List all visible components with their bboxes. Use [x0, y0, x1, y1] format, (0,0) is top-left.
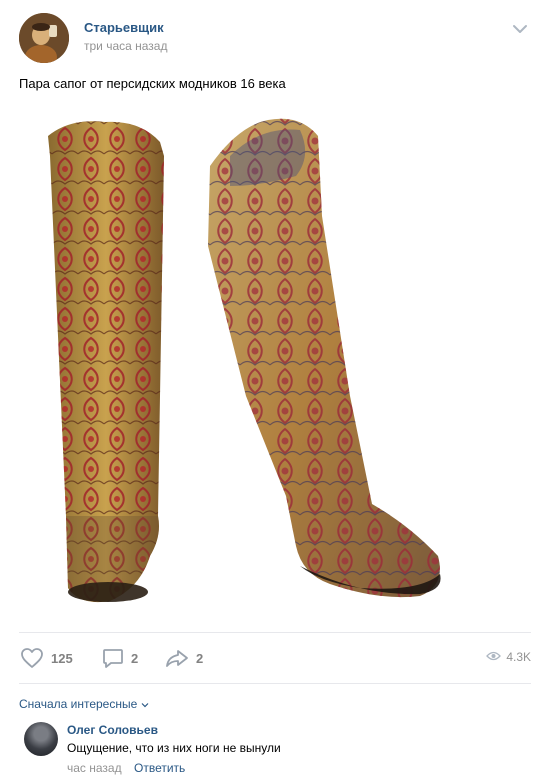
like-count: 125 [51, 650, 73, 666]
post-text: Пара сапог от персидских модников 16 век… [19, 76, 286, 91]
reply-button[interactable]: Ответить [134, 761, 185, 775]
chevron-down-icon[interactable] [512, 22, 528, 34]
author-avatar[interactable] [19, 13, 69, 63]
like-button[interactable]: 125 [20, 646, 73, 670]
view-count: 4.3K [506, 650, 531, 664]
post-photo[interactable] [0, 96, 551, 626]
post-time[interactable]: три часа назад [84, 39, 167, 53]
chevron-down-icon [137, 697, 149, 711]
eye-icon [486, 650, 502, 664]
comment-sort-dropdown[interactable]: Сначала интересные [19, 697, 149, 711]
share-icon [165, 647, 189, 669]
comment-author[interactable]: Олег Соловьев [67, 723, 158, 737]
view-counter: 4.3K [486, 650, 531, 664]
comment-button[interactable]: 2 [102, 646, 138, 670]
comment-icon [102, 647, 124, 669]
share-count: 2 [196, 650, 204, 666]
comment-time[interactable]: час назад [67, 761, 122, 775]
wall-post: Старьевщик три часа назад Пара сапог от … [0, 0, 551, 781]
divider [19, 683, 531, 684]
comment-count: 2 [131, 650, 139, 666]
comment-sort-label: Сначала интересные [19, 697, 138, 711]
divider [19, 632, 531, 633]
comment-author-avatar[interactable] [24, 722, 58, 756]
share-button[interactable]: 2 [165, 646, 203, 670]
post-author[interactable]: Старьевщик [84, 20, 164, 35]
comment-text: Ощущение, что из них ноги не вынули [67, 741, 281, 755]
heart-icon [20, 647, 44, 669]
